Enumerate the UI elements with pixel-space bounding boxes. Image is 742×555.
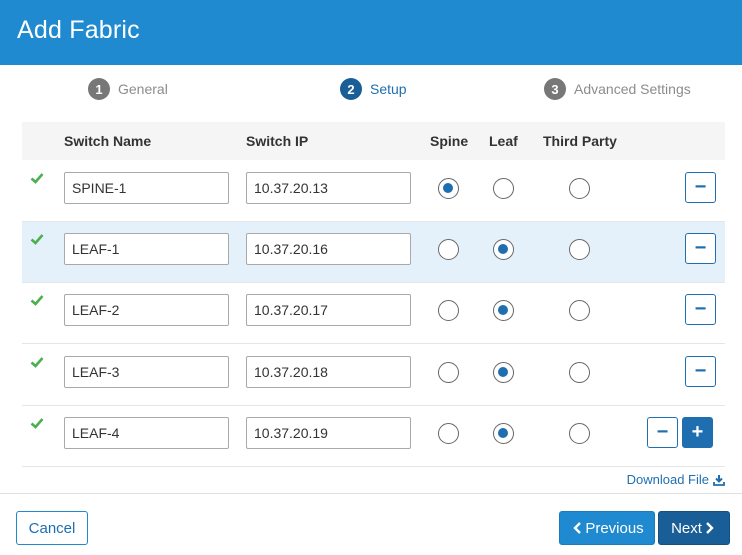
step-label: Advanced Settings [574,81,691,97]
cancel-label: Cancel [28,519,76,537]
chevron-left-icon [573,522,582,534]
leaf-radio[interactable] [493,423,514,444]
step-setup[interactable]: 2 Setup [340,78,407,100]
switch-name-input[interactable] [64,172,229,204]
download-file-label: Download File [626,472,709,487]
leaf-radio[interactable] [493,178,514,199]
third-party-radio[interactable] [569,239,590,260]
table-row: −+ [22,406,725,467]
step-label: Setup [370,81,407,97]
table-row: − [22,222,725,283]
download-icon [713,474,725,486]
switch-ip-input[interactable] [246,417,411,449]
remove-row-button[interactable]: − [685,233,716,264]
switch-name-input[interactable] [64,417,229,449]
next-label: Next [671,519,702,537]
next-button[interactable]: Next [658,511,730,545]
third-party-radio[interactable] [569,423,590,444]
spine-radio[interactable] [438,178,459,199]
switch-ip-input[interactable] [246,356,411,388]
remove-row-button[interactable]: − [647,417,678,448]
switch-name-input[interactable] [64,294,229,326]
chevron-right-icon [706,522,714,534]
switch-name-input[interactable] [64,233,229,265]
spine-radio[interactable] [438,239,459,260]
column-switch-name: Switch Name [64,133,152,149]
leaf-radio[interactable] [493,239,514,260]
dialog-title: Add Fabric [17,16,140,44]
dialog-header: Add Fabric [0,0,742,65]
column-spine: Spine [430,133,469,149]
table-row: − [22,345,725,406]
footer-divider [0,493,742,494]
download-file-link[interactable]: Download File [627,472,725,487]
third-party-radio[interactable] [569,362,590,383]
spine-radio[interactable] [438,300,459,321]
step-number: 1 [88,78,110,100]
switch-ip-input[interactable] [246,294,411,326]
column-leaf: Leaf [489,133,518,149]
check-icon [30,295,44,306]
switch-ip-input[interactable] [246,172,411,204]
third-party-radio[interactable] [569,178,590,199]
check-icon [30,418,44,429]
third-party-radio[interactable] [569,300,590,321]
previous-label: Previous [585,519,644,537]
spine-radio[interactable] [438,423,459,444]
check-icon [30,357,44,368]
column-third-party: Third Party [543,133,617,149]
table-row: − [22,161,725,222]
remove-row-button[interactable]: − [685,172,716,203]
wizard-steps: 1 General 2 Setup 3 Advanced Settings [0,78,742,104]
leaf-radio[interactable] [493,362,514,383]
step-advanced-settings[interactable]: 3 Advanced Settings [544,78,691,100]
cancel-button[interactable]: Cancel [16,511,88,545]
step-number: 3 [544,78,566,100]
step-number: 2 [340,78,362,100]
add-row-button[interactable]: + [682,417,713,448]
step-general[interactable]: 1 General [88,78,168,100]
remove-row-button[interactable]: − [685,294,716,325]
switch-ip-input[interactable] [246,233,411,265]
check-icon [30,173,44,184]
table-row: − [22,283,725,344]
table-header: Switch Name Switch IP Spine Leaf Third P… [22,122,725,160]
spine-radio[interactable] [438,362,459,383]
leaf-radio[interactable] [493,300,514,321]
check-icon [30,234,44,245]
remove-row-button[interactable]: − [685,356,716,387]
previous-button[interactable]: Previous [559,511,655,545]
switch-name-input[interactable] [64,356,229,388]
step-label: General [118,81,168,97]
column-switch-ip: Switch IP [246,133,309,149]
